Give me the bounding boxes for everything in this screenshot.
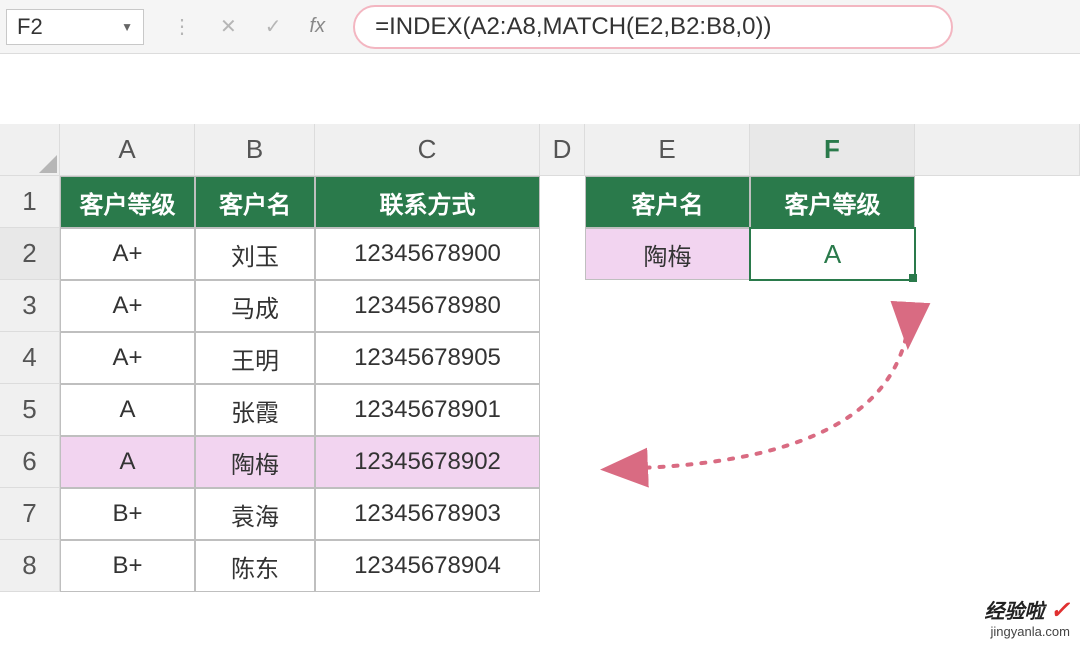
col-header-C[interactable]: C	[315, 124, 540, 176]
row-header-7[interactable]: 7	[0, 488, 60, 540]
cell-C6[interactable]: 12345678902	[315, 436, 540, 488]
watermark-text: 经验啦	[984, 601, 1044, 623]
col-header-D[interactable]: D	[540, 124, 585, 176]
watermark-url: jingyanla.com	[984, 625, 1070, 639]
formula-input-wrap: =INDEX(A2:A8,MATCH(E2,B2:B8,0))	[353, 5, 1074, 49]
cell-C7[interactable]: 12345678903	[315, 488, 540, 540]
cell-F6[interactable]	[750, 436, 915, 488]
cell-D6[interactable]	[540, 436, 585, 488]
cell-E4[interactable]	[585, 332, 750, 384]
cell-blank-2	[915, 228, 1080, 280]
cell-blank-6	[915, 436, 1080, 488]
cell-B7[interactable]: 袁海	[195, 488, 315, 540]
cell-E8[interactable]	[585, 540, 750, 592]
row-header-4[interactable]: 4	[0, 332, 60, 384]
cell-blank-4	[915, 332, 1080, 384]
cell-D1[interactable]	[540, 176, 585, 228]
cell-E5[interactable]	[585, 384, 750, 436]
col-header-A[interactable]: A	[60, 124, 195, 176]
select-all-corner[interactable]	[0, 124, 60, 176]
divider-icon: ⋮	[172, 14, 192, 39]
cell-A5[interactable]: A	[60, 384, 195, 436]
gap-area	[0, 54, 1080, 124]
formula-input[interactable]: =INDEX(A2:A8,MATCH(E2,B2:B8,0))	[353, 5, 953, 49]
cell-F3[interactable]	[750, 280, 915, 332]
col-header-blank	[915, 124, 1080, 176]
cell-A4[interactable]: A+	[60, 332, 195, 384]
confirm-icon[interactable]: ✓	[265, 14, 282, 39]
cell-F8[interactable]	[750, 540, 915, 592]
cell-blank-8	[915, 540, 1080, 592]
cell-E6[interactable]	[585, 436, 750, 488]
cell-F2[interactable]: A	[750, 228, 915, 280]
cell-E1[interactable]: 客户名	[585, 176, 750, 228]
dropdown-icon[interactable]: ▼	[121, 20, 133, 34]
cell-D2[interactable]	[540, 228, 585, 280]
spreadsheet[interactable]: A B C D E F 1 客户等级 客户名 联系方式 客户名 客户等级 2 A…	[0, 124, 1080, 592]
col-header-B[interactable]: B	[195, 124, 315, 176]
row-header-5[interactable]: 5	[0, 384, 60, 436]
cell-A7[interactable]: B+	[60, 488, 195, 540]
cell-C3[interactable]: 12345678980	[315, 280, 540, 332]
col-header-F[interactable]: F	[750, 124, 915, 176]
cell-F7[interactable]	[750, 488, 915, 540]
cell-C8[interactable]: 12345678904	[315, 540, 540, 592]
cell-B6[interactable]: 陶梅	[195, 436, 315, 488]
cell-F1[interactable]: 客户等级	[750, 176, 915, 228]
row-header-6[interactable]: 6	[0, 436, 60, 488]
cell-E7[interactable]	[585, 488, 750, 540]
cell-A1[interactable]: 客户等级	[60, 176, 195, 228]
cell-blank-5	[915, 384, 1080, 436]
fx-icon[interactable]: fx	[310, 15, 326, 38]
cell-B8[interactable]: 陈东	[195, 540, 315, 592]
cell-C5[interactable]: 12345678901	[315, 384, 540, 436]
cell-B3[interactable]: 马成	[195, 280, 315, 332]
watermark: 经验啦 ✓ jingyanla.com	[984, 598, 1070, 639]
cell-F4[interactable]	[750, 332, 915, 384]
cell-D5[interactable]	[540, 384, 585, 436]
cell-blank-3	[915, 280, 1080, 332]
cell-B4[interactable]: 王明	[195, 332, 315, 384]
cell-C2[interactable]: 12345678900	[315, 228, 540, 280]
cell-C1[interactable]: 联系方式	[315, 176, 540, 228]
cell-blank-1	[915, 176, 1080, 228]
cell-E2[interactable]: 陶梅	[585, 228, 750, 280]
row-header-2[interactable]: 2	[0, 228, 60, 280]
cell-F5[interactable]	[750, 384, 915, 436]
row-header-1[interactable]: 1	[0, 176, 60, 228]
row-header-3[interactable]: 3	[0, 280, 60, 332]
cell-A8[interactable]: B+	[60, 540, 195, 592]
col-header-E[interactable]: E	[585, 124, 750, 176]
cell-B1[interactable]: 客户名	[195, 176, 315, 228]
name-box[interactable]: F2 ▼	[6, 9, 144, 45]
name-box-value: F2	[17, 14, 43, 40]
cell-blank-7	[915, 488, 1080, 540]
cell-B2[interactable]: 刘玉	[195, 228, 315, 280]
cell-D3[interactable]	[540, 280, 585, 332]
cell-B5[interactable]: 张霞	[195, 384, 315, 436]
formula-bar: F2 ▼ ⋮ ✕ ✓ fx =INDEX(A2:A8,MATCH(E2,B2:B…	[0, 0, 1080, 54]
cell-D4[interactable]	[540, 332, 585, 384]
cell-E3[interactable]	[585, 280, 750, 332]
cell-D7[interactable]	[540, 488, 585, 540]
cell-C4[interactable]: 12345678905	[315, 332, 540, 384]
cell-A3[interactable]: A+	[60, 280, 195, 332]
check-icon: ✓	[1050, 597, 1070, 624]
row-header-8[interactable]: 8	[0, 540, 60, 592]
cancel-icon[interactable]: ✕	[220, 14, 237, 39]
cell-A6[interactable]: A	[60, 436, 195, 488]
cell-D8[interactable]	[540, 540, 585, 592]
cell-A2[interactable]: A+	[60, 228, 195, 280]
formula-tools: ⋮ ✕ ✓ fx	[144, 14, 353, 39]
